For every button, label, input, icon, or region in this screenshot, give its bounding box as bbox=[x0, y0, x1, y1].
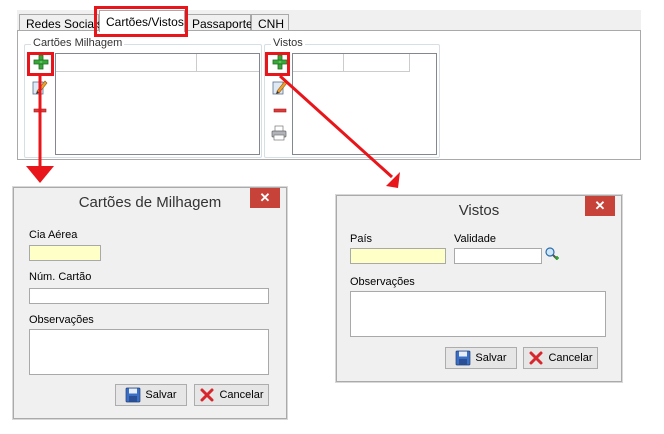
save-button[interactable]: Salvar bbox=[445, 347, 517, 369]
remove-icon[interactable] bbox=[272, 102, 288, 118]
dialog-title: Cartões de Milhagem bbox=[14, 188, 286, 218]
cia-aerea-field[interactable] bbox=[29, 245, 101, 261]
validade-field[interactable] bbox=[454, 248, 542, 264]
observacoes-field[interactable] bbox=[350, 291, 606, 337]
save-label: Salvar bbox=[145, 389, 177, 401]
print-icon[interactable] bbox=[271, 125, 287, 141]
remove-icon[interactable] bbox=[32, 102, 48, 118]
grid-column-header[interactable] bbox=[293, 54, 344, 72]
group-title-vistos: Vistos bbox=[271, 37, 305, 49]
validade-label: Validade bbox=[454, 233, 496, 245]
group-cartoes-milhagem: Cartões Milhagem bbox=[24, 37, 262, 158]
floppy-disk-icon bbox=[456, 350, 471, 366]
highlight-add-vistos bbox=[265, 52, 290, 76]
dialog-cartoes-milhagem: Cartões de Milhagem ✕ Cia Aérea Núm. Car… bbox=[13, 187, 287, 419]
grid-column-header[interactable] bbox=[197, 54, 259, 72]
edit-icon[interactable] bbox=[32, 79, 48, 95]
dialog-vistos: Vistos ✕ País Validade Observações Salva… bbox=[336, 195, 622, 382]
floppy-disk-icon bbox=[126, 387, 141, 403]
highlight-add-milhagem bbox=[27, 52, 54, 76]
cancel-button[interactable]: Cancelar bbox=[523, 347, 598, 369]
cancel-x-icon bbox=[529, 351, 543, 365]
tab-cartoes-vistos[interactable]: Cartões/Vistos bbox=[99, 10, 185, 32]
cartoes-milhagem-grid[interactable] bbox=[55, 53, 260, 155]
tab-panel-cartoes-vistos: Cartões Milhagem Vistos bbox=[17, 30, 641, 160]
close-button[interactable]: ✕ bbox=[585, 196, 615, 216]
save-label: Salvar bbox=[475, 352, 507, 364]
arrow-head-vistos bbox=[386, 172, 400, 188]
cancel-label: Cancelar bbox=[548, 352, 593, 364]
cia-aerea-label: Cia Aérea bbox=[29, 229, 78, 241]
search-icon[interactable] bbox=[544, 246, 560, 262]
observacoes-field[interactable] bbox=[29, 329, 269, 375]
pais-label: País bbox=[350, 233, 373, 245]
grid-column-header[interactable] bbox=[56, 54, 197, 72]
group-title-cartoes-milhagem: Cartões Milhagem bbox=[31, 37, 125, 49]
arrow-head-milhagem bbox=[26, 166, 54, 183]
tab-redes-sociais[interactable]: Redes Sociais bbox=[19, 14, 103, 31]
observacoes-label: Observações bbox=[29, 314, 94, 326]
group-vistos: Vistos bbox=[264, 37, 440, 158]
pais-field[interactable] bbox=[350, 248, 446, 264]
close-icon: ✕ bbox=[594, 198, 606, 213]
cancel-x-icon bbox=[200, 388, 214, 402]
dialog-title: Vistos bbox=[337, 196, 621, 226]
observacoes-label: Observações bbox=[350, 276, 415, 288]
close-button[interactable]: ✕ bbox=[250, 188, 280, 208]
save-button[interactable]: Salvar bbox=[115, 384, 187, 406]
tab-cnh[interactable]: CNH bbox=[251, 14, 289, 31]
close-icon: ✕ bbox=[259, 190, 271, 205]
cancel-button[interactable]: Cancelar bbox=[194, 384, 269, 406]
cancel-label: Cancelar bbox=[219, 389, 264, 401]
tab-passaportes[interactable]: Passaportes bbox=[185, 14, 259, 31]
grid-column-header[interactable] bbox=[344, 54, 410, 72]
edit-icon[interactable] bbox=[272, 79, 288, 95]
num-cartao-field[interactable] bbox=[29, 288, 269, 304]
vistos-grid[interactable] bbox=[292, 53, 437, 155]
num-cartao-label: Núm. Cartão bbox=[29, 271, 92, 283]
